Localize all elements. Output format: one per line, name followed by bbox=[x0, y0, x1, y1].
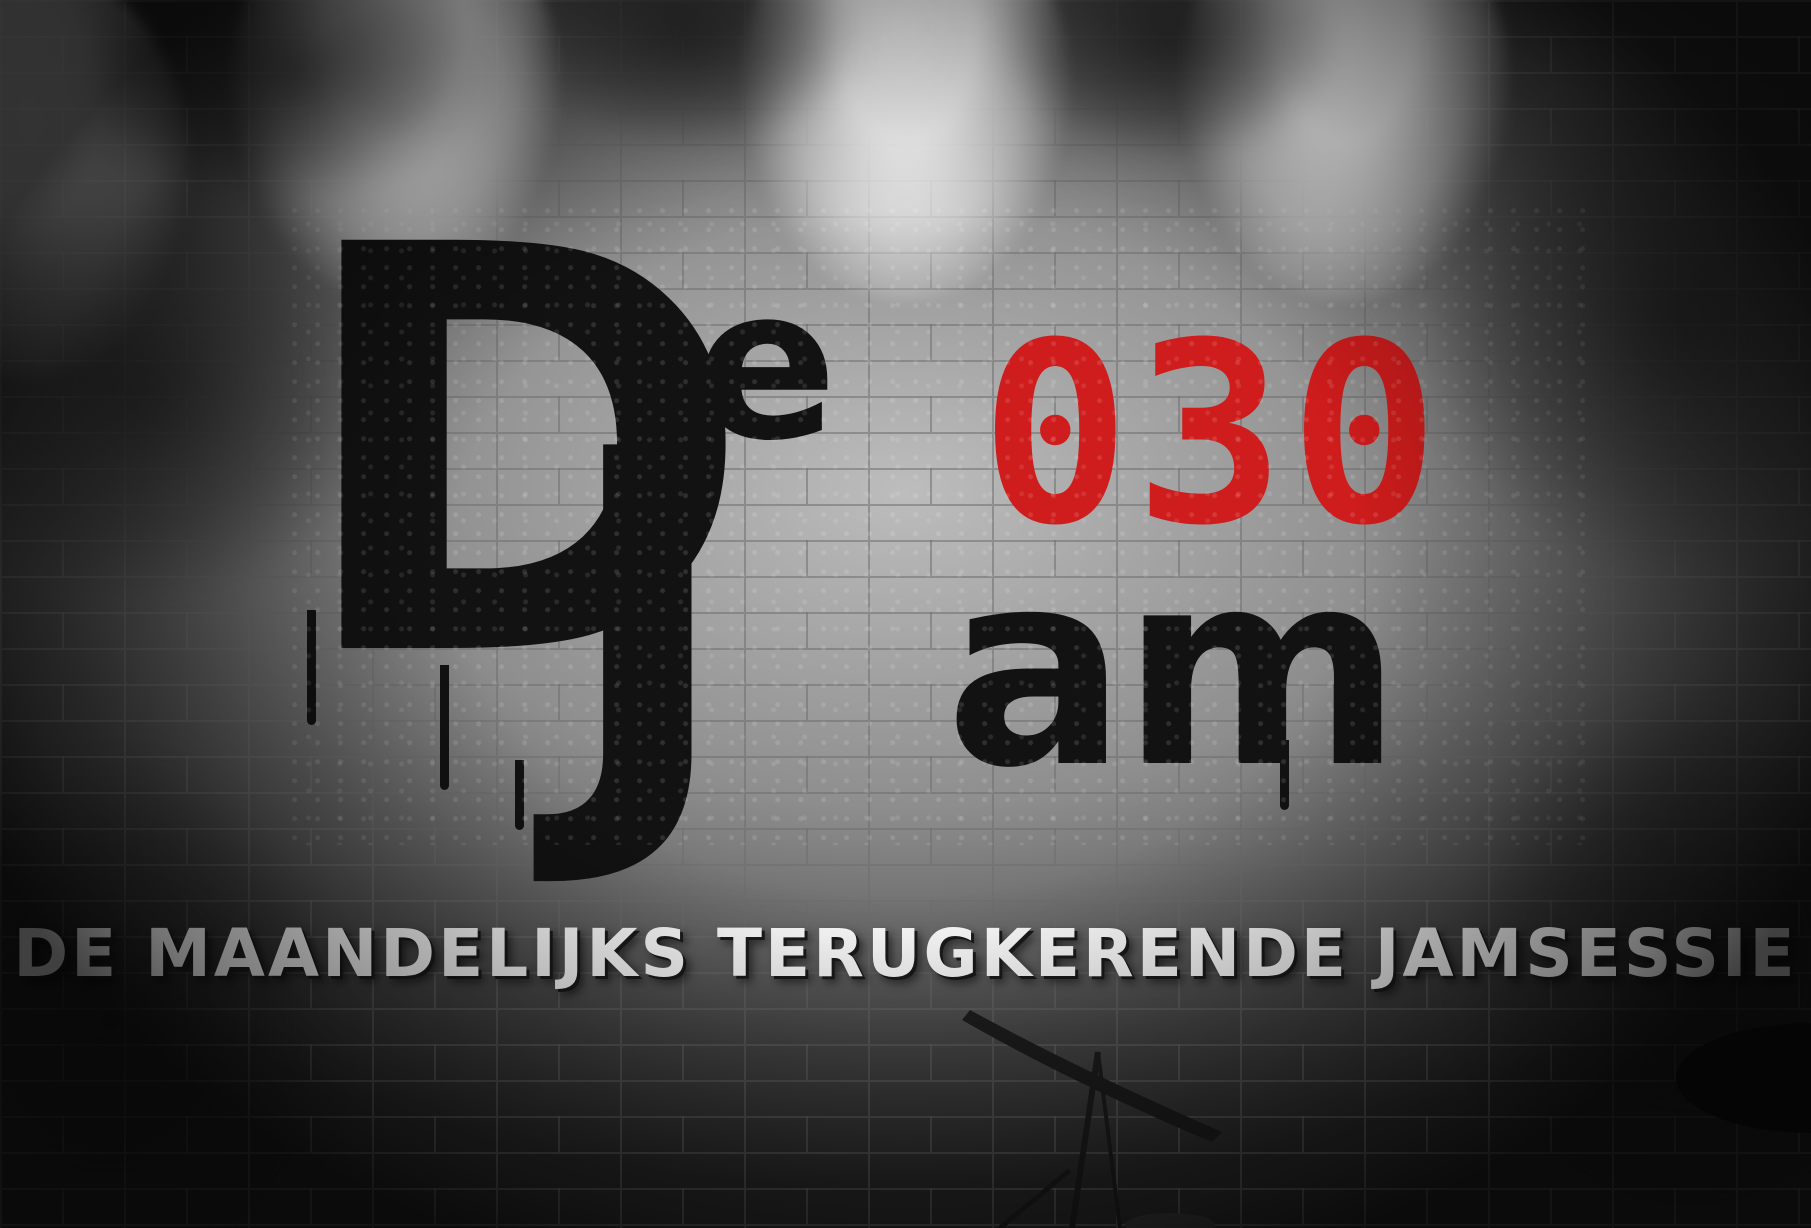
paint-drip bbox=[440, 665, 449, 790]
paint-drip bbox=[515, 760, 524, 830]
paint-drip bbox=[1280, 740, 1289, 810]
de-jam-030-logo: D e J am 030 bbox=[290, 175, 1590, 860]
poster: D e J am 030 DE MAANDELIJKS TERUGKERENDE… bbox=[0, 0, 1811, 1228]
paint-drip bbox=[307, 610, 316, 725]
logo-number-030: 030 bbox=[980, 289, 1444, 580]
tagline: DE MAANDELIJKS TERUGKERENDE JAMSESSIE bbox=[13, 915, 1798, 992]
logo-letter-j: J bbox=[560, 351, 735, 898]
